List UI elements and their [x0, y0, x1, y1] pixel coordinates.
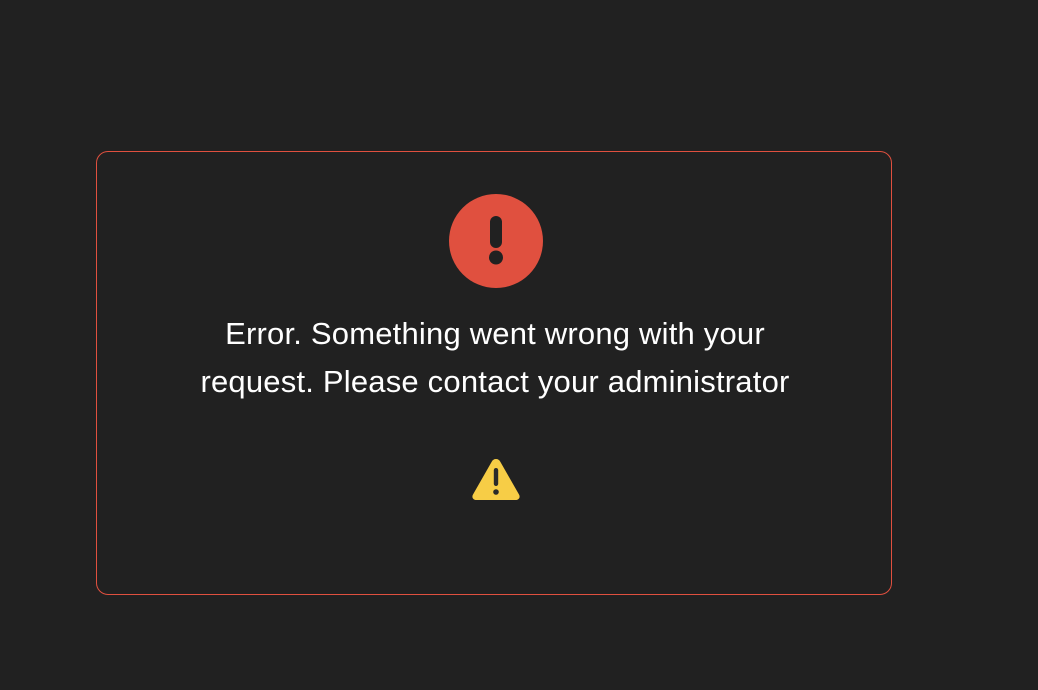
exclamation-circle-icon — [449, 194, 543, 288]
page: Error. Something went wrong with your re… — [0, 0, 1038, 690]
error-message-line: Error. Something went wrong with your — [225, 316, 765, 351]
error-message: Error. Something went wrong with your re… — [97, 310, 893, 406]
warning-triangle-icon — [471, 457, 521, 501]
error-message-line: request. Please contact your administrat… — [200, 364, 790, 399]
error-card: Error. Something went wrong with your re… — [96, 151, 892, 595]
